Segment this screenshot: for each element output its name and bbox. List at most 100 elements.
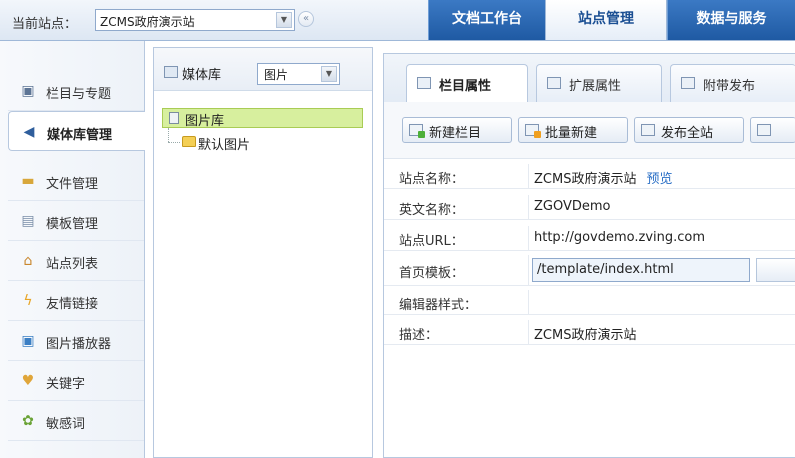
site-name-value: ZCMS政府演示站: [534, 172, 637, 187]
media-tree-panel: 媒体库 图片 ▼ 图片库 默认图片: [153, 47, 373, 458]
tab-label: 文档工作台: [452, 11, 522, 27]
row-site-name: 站点名称： ZCMS政府演示站 预览: [384, 164, 795, 189]
tree-connector: [168, 142, 180, 143]
homepage-template-label: 首页模板：: [399, 266, 465, 281]
row-site-url: 站点URL： http://govdemo.zving.com: [384, 226, 795, 251]
sidebar-item-catalogs[interactable]: ▣ 栏目与专题: [8, 71, 144, 111]
site-url-label: 站点URL：: [399, 234, 464, 249]
new-catalog-icon: [409, 124, 425, 138]
current-site-select[interactable]: ZCMS政府演示站 ▼: [95, 9, 295, 31]
sidebar-item-label: 友情链接: [46, 297, 99, 312]
batch-new-icon: [525, 124, 541, 138]
batch-new-button[interactable]: 批量新建: [518, 117, 628, 143]
homepage-template-input[interactable]: /template/index.html: [532, 258, 750, 282]
column-divider: [528, 195, 529, 219]
button-label: 批量新建: [545, 126, 598, 141]
flower-icon: ✿: [22, 413, 34, 429]
row-editor-style: 编辑器样式：: [384, 290, 795, 315]
detail-tabs: 栏目属性 扩展属性 附带发布: [384, 54, 795, 103]
column-divider: [528, 226, 529, 250]
document-icon: [681, 77, 695, 89]
image-player-icon: ▣: [21, 333, 35, 349]
tab-label: 扩展属性: [569, 79, 622, 94]
site-properties-panel: 栏目属性 扩展属性 附带发布 新建栏目 批量新建 发布全站 站点名称： ZCMS…: [383, 53, 795, 458]
row-homepage-template: 首页模板： /template/index.html: [384, 255, 795, 286]
sidebar-item-keywords[interactable]: ♥ 关键字: [8, 361, 144, 401]
column-divider: [528, 255, 529, 285]
sidebar-item-site-list[interactable]: ⌂ 站点列表: [8, 241, 144, 281]
current-site-label: 当前站点：: [12, 17, 78, 32]
detail-toolbar: 新建栏目 批量新建 发布全站: [384, 102, 795, 159]
tab-catalog-properties[interactable]: 栏目属性: [406, 64, 528, 103]
tab-attached-publish[interactable]: 附带发布: [670, 64, 795, 102]
button-label: 新建栏目: [429, 126, 482, 141]
column-divider: [528, 320, 529, 344]
column-divider: [528, 164, 529, 188]
publish-site-button[interactable]: 发布全站: [634, 117, 744, 143]
sidebar-item-label: 图片播放器: [46, 337, 112, 352]
media-type-value: 图片: [264, 68, 289, 82]
column-divider: [528, 290, 529, 314]
homepage-template-value: /template/index.html: [537, 262, 674, 277]
preview-link[interactable]: 预览: [646, 172, 672, 187]
sidebar: ▣ 栏目与专题 ◀ 媒体库管理 ▬ 文件管理 ▤ 模板管理 ⌂ 站点列表 ϟ 友…: [0, 41, 145, 458]
sidebar-item-media-library[interactable]: ◀ 媒体库管理: [8, 111, 145, 151]
browse-template-button[interactable]: [756, 258, 795, 282]
tab-label: 站点管理: [578, 11, 634, 27]
chevron-down-icon[interactable]: ▼: [321, 66, 337, 82]
top-bar: 当前站点： ZCMS政府演示站 ▼ « 文档工作台 站点管理 数据与服务: [0, 0, 795, 41]
row-description: 描述： ZCMS政府演示站: [384, 320, 795, 345]
tab-site-management[interactable]: 站点管理: [545, 0, 667, 40]
tab-label: 栏目属性: [439, 79, 492, 94]
media-library-icon: [164, 66, 178, 78]
english-name-value: ZGOVDemo: [534, 199, 611, 214]
sidebar-item-files[interactable]: ▬ 文件管理: [8, 161, 144, 201]
lightning-icon: ϟ: [23, 293, 33, 309]
tree-node-image-library[interactable]: 图片库: [162, 108, 363, 129]
monitor-icon: ▣: [21, 83, 35, 99]
media-type-select[interactable]: 图片 ▼: [257, 63, 340, 85]
properties-icon: [417, 77, 431, 89]
sidebar-item-friend-links[interactable]: ϟ 友情链接: [8, 281, 144, 321]
site-name-value-group: ZCMS政府演示站 预览: [534, 168, 672, 187]
row-english-name: 英文名称： ZGOVDemo: [384, 195, 795, 220]
english-name-label: 英文名称：: [399, 203, 465, 218]
template-icon: ▤: [21, 213, 35, 229]
speaker-icon: ◀: [23, 124, 35, 140]
sidebar-item-label: 敏感词: [46, 417, 86, 432]
sidebar-item-label: 关键字: [46, 377, 86, 392]
description-value: ZCMS政府演示站: [534, 328, 637, 343]
site-name-label: 站点名称：: [399, 172, 465, 187]
chevron-down-icon[interactable]: ▼: [276, 12, 292, 28]
home-icon: ⌂: [23, 253, 33, 269]
sidebar-item-label: 站点列表: [46, 257, 99, 272]
tab-document-workbench[interactable]: 文档工作台: [428, 0, 545, 40]
folder-icon: [182, 136, 196, 147]
new-catalog-button[interactable]: 新建栏目: [402, 117, 512, 143]
tree-header: 媒体库 图片 ▼: [154, 48, 372, 91]
tab-extended-properties[interactable]: 扩展属性: [536, 64, 662, 102]
extended-properties-icon: [547, 77, 561, 89]
toolbar-icon: [757, 124, 771, 136]
library-book-icon: [169, 112, 179, 124]
sidebar-item-label: 模板管理: [46, 217, 99, 232]
site-url-value: http://govdemo.zving.com: [534, 230, 706, 245]
publish-icon: [641, 124, 655, 136]
tree-node-label: 图片库: [185, 114, 225, 129]
sidebar-item-label: 栏目与专题: [46, 87, 112, 102]
current-site-value: ZCMS政府演示站: [100, 15, 195, 29]
tab-label: 数据与服务: [696, 11, 767, 27]
sidebar-item-templates[interactable]: ▤ 模板管理: [8, 201, 144, 241]
more-toolbar-button[interactable]: [750, 117, 795, 143]
tab-data-and-services[interactable]: 数据与服务: [667, 0, 795, 40]
folder-icon: ▬: [21, 173, 35, 189]
sidebar-item-image-player[interactable]: ▣ 图片播放器: [8, 321, 144, 361]
sidebar-item-label: 媒体库管理: [47, 128, 113, 143]
description-label: 描述：: [399, 328, 439, 343]
collapse-left-icon[interactable]: «: [298, 11, 314, 27]
tree-node-default-images[interactable]: 默认图片: [198, 134, 250, 153]
key-icon: ♥: [21, 373, 35, 389]
sidebar-item-sensitive-words[interactable]: ✿ 敏感词: [8, 401, 144, 441]
button-label: 发布全站: [661, 126, 714, 141]
tab-label: 附带发布: [703, 79, 756, 94]
